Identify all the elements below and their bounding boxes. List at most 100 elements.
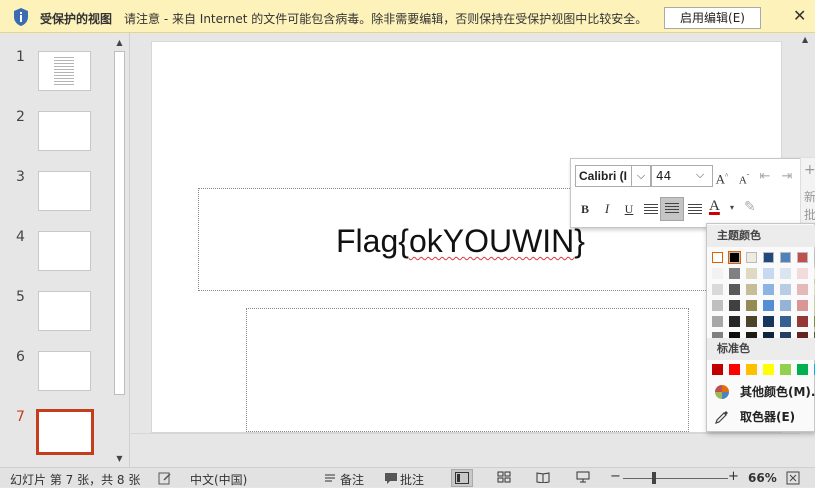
color-swatch[interactable] — [728, 251, 741, 264]
thumbnail-preview[interactable] — [38, 171, 91, 211]
color-swatch[interactable] — [780, 284, 791, 295]
comments-button[interactable]: 批注 — [400, 471, 424, 488]
color-swatch[interactable] — [797, 252, 808, 263]
color-swatch[interactable] — [797, 316, 808, 327]
color-swatch[interactable] — [712, 252, 723, 263]
comments-icon[interactable] — [384, 471, 398, 485]
align-center-button[interactable] — [660, 197, 684, 221]
color-swatch[interactable] — [712, 316, 723, 327]
slide[interactable]: Flag{okYOUWIN} — [151, 41, 782, 433]
eyedropper-item[interactable]: 取色器(E) — [707, 407, 815, 427]
color-swatch[interactable] — [780, 300, 791, 311]
color-swatch[interactable] — [763, 300, 774, 311]
thumbnail-preview[interactable] — [38, 291, 91, 331]
color-swatch[interactable] — [729, 268, 740, 279]
protected-view-message: 请注意 - 来自 Internet 的文件可能包含病毒。除非需要编辑，否则保持在… — [124, 12, 648, 26]
standard-color-swatch[interactable] — [797, 364, 808, 375]
color-swatch[interactable] — [780, 316, 791, 327]
align-right-icon[interactable] — [688, 204, 702, 215]
enable-editing-button[interactable]: 启用编辑(E) — [664, 7, 761, 29]
zoom-out-button[interactable]: − — [610, 469, 621, 484]
format-painter-icon[interactable]: ✎ — [744, 199, 756, 215]
new-comment-column[interactable]: + 新 批 — [800, 158, 815, 228]
slide-title-text[interactable]: Flag{okYOUWIN} — [336, 223, 585, 260]
caret-up-icon: ^ — [725, 172, 729, 180]
color-swatch[interactable] — [746, 284, 757, 295]
scroll-up-arrow-icon[interactable]: ▲ — [114, 37, 125, 49]
grow-font-button[interactable]: A^ — [712, 166, 732, 186]
bold-button[interactable]: B — [575, 199, 595, 219]
zoom-slider-thumb[interactable] — [652, 472, 656, 484]
slide-thumbnail-selected[interactable]: 7 — [0, 409, 112, 459]
color-swatch[interactable] — [780, 268, 791, 279]
slide-thumbnail[interactable]: 5 — [0, 289, 112, 339]
standard-color-swatch[interactable] — [712, 364, 723, 375]
close-icon[interactable]: ✕ — [793, 8, 806, 24]
color-swatch[interactable] — [797, 284, 808, 295]
color-swatch[interactable] — [729, 316, 740, 327]
underline-button[interactable]: U — [619, 199, 639, 219]
thumbnail-scrollbar[interactable]: ▲ ▼ — [112, 35, 127, 467]
color-swatch[interactable] — [763, 316, 774, 327]
color-swatch[interactable] — [746, 252, 757, 263]
spell-check-icon[interactable] — [158, 471, 172, 485]
more-colors-item[interactable]: 其他颜色(M)... — [707, 382, 815, 402]
normal-view-button[interactable] — [451, 469, 473, 487]
color-swatch[interactable] — [712, 284, 723, 295]
scrollbar-thumb[interactable] — [114, 51, 125, 395]
color-swatch[interactable] — [712, 268, 723, 279]
editor-bottom-area — [131, 433, 800, 467]
color-swatch[interactable] — [797, 300, 808, 311]
color-swatch[interactable] — [763, 252, 774, 263]
scroll-up-arrow-icon[interactable]: ▲ — [802, 35, 808, 44]
align-left-icon[interactable] — [644, 204, 658, 215]
slide-thumbnail[interactable]: 6 — [0, 349, 112, 399]
standard-color-swatch[interactable] — [780, 364, 791, 375]
notes-icon[interactable] — [323, 471, 337, 485]
content-placeholder[interactable] — [246, 308, 689, 432]
thumbnail-preview[interactable] — [36, 409, 94, 455]
color-wheel-icon — [715, 385, 729, 399]
slide-sorter-button[interactable] — [494, 469, 516, 487]
color-swatch[interactable] — [746, 316, 757, 327]
standard-color-swatch[interactable] — [763, 364, 774, 375]
standard-color-swatch[interactable] — [746, 364, 757, 375]
color-swatch[interactable] — [746, 300, 757, 311]
italic-button[interactable]: I — [597, 199, 617, 219]
thumbnail-preview[interactable] — [38, 231, 91, 271]
thumbnail-preview[interactable] — [38, 51, 91, 91]
color-swatch[interactable] — [763, 268, 774, 279]
zoom-slider-track[interactable] — [623, 478, 728, 479]
shrink-font-button[interactable]: Aˇ — [734, 167, 754, 187]
thumbnail-preview[interactable] — [38, 111, 91, 151]
slide-thumbnail[interactable]: 2 — [0, 109, 112, 159]
color-swatch[interactable] — [712, 300, 723, 311]
slide-number: 4 — [16, 229, 25, 245]
chevron-down-icon[interactable]: ⌵ — [687, 165, 713, 187]
standard-color-swatch[interactable] — [729, 364, 740, 375]
color-swatch[interactable] — [729, 284, 740, 295]
increase-indent-icon[interactable]: ⇥ — [777, 167, 797, 187]
color-swatch[interactable] — [763, 284, 774, 295]
zoom-level[interactable]: 66% — [748, 471, 777, 485]
color-swatch[interactable] — [729, 300, 740, 311]
color-swatch[interactable] — [746, 268, 757, 279]
chevron-down-icon[interactable]: ⌵ — [631, 165, 651, 187]
color-swatch[interactable] — [797, 268, 808, 279]
color-swatch[interactable] — [780, 252, 791, 263]
slide-thumbnail[interactable]: 3 — [0, 169, 112, 219]
scroll-down-arrow-icon[interactable]: ▼ — [114, 453, 125, 465]
language-text[interactable]: 中文(中国) — [190, 471, 247, 488]
fit-to-window-icon[interactable] — [786, 471, 800, 485]
slideshow-button[interactable] — [573, 469, 595, 487]
reading-view-button[interactable] — [533, 469, 555, 487]
zoom-in-button[interactable]: + — [728, 469, 739, 484]
decrease-indent-icon[interactable]: ⇤ — [755, 167, 775, 187]
shield-info-icon — [14, 8, 28, 26]
notes-button[interactable]: 备注 — [340, 471, 364, 488]
slide-thumbnail[interactable]: 4 — [0, 229, 112, 279]
thumbnail-preview[interactable] — [38, 351, 91, 391]
font-color-icon[interactable]: A — [709, 198, 720, 215]
font-color-dropdown-icon[interactable]: ▾ — [730, 203, 734, 212]
slide-thumbnail[interactable]: 1 — [0, 49, 112, 99]
